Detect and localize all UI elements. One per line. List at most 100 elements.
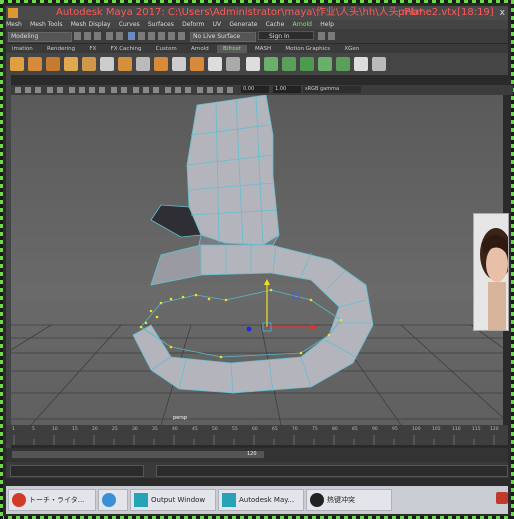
anti-aliasing-icon[interactable]	[175, 87, 181, 93]
select-hierarchy-icon[interactable]	[128, 32, 135, 40]
menu-curves[interactable]: Curves	[119, 20, 140, 29]
selection-readout: pPlane2.vtx[18:19]	[398, 7, 494, 18]
xray-icon[interactable]	[143, 87, 149, 93]
menu-generate[interactable]: Generate	[229, 20, 257, 29]
field-icon[interactable]	[136, 57, 150, 71]
emitter-icon[interactable]	[46, 57, 60, 71]
taskbar-item-hotkey-conflict[interactable]: 热键冲突	[306, 489, 392, 511]
mash-distribute-icon[interactable]	[282, 57, 296, 71]
guide-icon[interactable]	[118, 57, 132, 71]
tick-label: 105	[432, 427, 441, 432]
camera-attributes-icon[interactable]	[25, 87, 31, 93]
bifrost-aero-icon[interactable]	[28, 57, 42, 71]
menu-help[interactable]: Help	[320, 20, 334, 29]
new-scene-icon[interactable]	[74, 32, 81, 40]
undo-icon[interactable]	[106, 32, 113, 40]
sign-in-button[interactable]: Sign In	[258, 31, 314, 40]
depth-of-field-icon[interactable]	[185, 87, 191, 93]
taskbar-item-maya[interactable]: Autodesk May...	[218, 489, 304, 511]
menu-mesh[interactable]: Mesh	[6, 20, 22, 29]
select-object-icon[interactable]	[138, 32, 145, 40]
render-icon[interactable]	[318, 32, 325, 40]
cache-icon[interactable]	[172, 57, 186, 71]
resolution-gate-icon[interactable]	[197, 87, 203, 93]
menu-set-dropdown[interactable]: Modeling	[8, 32, 72, 42]
mash-signal-icon[interactable]	[336, 57, 350, 71]
collider-icon[interactable]	[64, 57, 78, 71]
tick-label: 30	[132, 427, 138, 432]
tick-label: 85	[352, 427, 358, 432]
snap-grid-icon[interactable]	[158, 32, 165, 40]
wireframe-on-shaded-icon[interactable]	[89, 87, 95, 93]
image-plane-icon[interactable]	[47, 87, 53, 93]
close-button[interactable]: x	[500, 6, 505, 20]
window-title: Autodesk Maya 2017: C:\Users\Administrat…	[56, 7, 423, 18]
smooth-shade-icon[interactable]	[79, 87, 85, 93]
safe-action-icon[interactable]	[227, 87, 233, 93]
menu-uv[interactable]: UV	[213, 20, 222, 29]
live-surface-field[interactable]: No Live Surface	[190, 32, 256, 42]
tick-label: 95	[392, 427, 398, 432]
mash-random-icon[interactable]	[318, 57, 332, 71]
snap-curve-icon[interactable]	[168, 32, 175, 40]
time-slider[interactable]: 1 5 10 15 20 25 30 35 40 45 50 55 60 65 …	[6, 425, 508, 445]
capture-border-top	[0, 0, 514, 3]
open-scene-icon[interactable]	[84, 32, 91, 40]
wireframe-icon[interactable]	[69, 87, 75, 93]
taskbar-item-torch[interactable]: トーチ・ライタ...	[8, 489, 96, 511]
tick-label: 35	[152, 427, 158, 432]
shadows-icon[interactable]	[121, 87, 127, 93]
taskbar-item-baidu[interactable]	[98, 489, 128, 511]
tick-label: 70	[292, 427, 298, 432]
select-component-icon[interactable]	[148, 32, 155, 40]
adaptive-icon[interactable]	[208, 57, 222, 71]
menu-surfaces[interactable]: Surfaces	[148, 20, 174, 29]
field-chart-icon[interactable]	[217, 87, 223, 93]
textured-icon[interactable]	[99, 87, 105, 93]
grid-toggle-icon[interactable]	[57, 87, 63, 93]
ipr-render-icon[interactable]	[328, 32, 335, 40]
mash-network-icon[interactable]	[264, 57, 278, 71]
mesh-settings-icon[interactable]	[246, 57, 260, 71]
menu-cache[interactable]: Cache	[266, 20, 285, 29]
range-slider-bar[interactable]	[12, 451, 264, 458]
move-manipulator[interactable]	[246, 279, 319, 332]
perspective-viewport[interactable]: persp	[11, 95, 503, 425]
menu-mesh-display[interactable]: Mesh Display	[71, 20, 111, 29]
bookmark-icon[interactable]	[35, 87, 41, 93]
foam-icon[interactable]	[190, 57, 204, 71]
tray-icon[interactable]	[496, 492, 508, 504]
exposure-field[interactable]: 0.00	[241, 86, 269, 93]
lighting-icon[interactable]	[111, 87, 117, 93]
isolate-select-icon[interactable]	[133, 87, 139, 93]
ring-mesh	[132, 244, 374, 394]
mash-spring-icon[interactable]	[372, 57, 386, 71]
range-slider[interactable]: 120	[6, 448, 508, 462]
mel-input[interactable]	[10, 465, 144, 477]
mesh-icon[interactable]	[154, 57, 168, 71]
redo-icon[interactable]	[116, 32, 123, 40]
gate-mask-icon[interactable]	[207, 87, 213, 93]
xray-joints-icon[interactable]	[153, 87, 159, 93]
accelerator-icon[interactable]	[82, 57, 96, 71]
menu-arnold[interactable]: Arnold	[293, 20, 312, 29]
kill-plane-icon[interactable]	[100, 57, 114, 71]
menu-mesh-tools[interactable]: Mesh Tools	[30, 20, 62, 29]
mash-grid-icon[interactable]	[354, 57, 368, 71]
qq-penguin-icon	[310, 493, 324, 507]
bifrost-options-icon[interactable]	[226, 57, 240, 71]
taskbar-item-output-window[interactable]: Output Window	[130, 489, 216, 511]
shelf	[6, 53, 508, 75]
gamma-field[interactable]: 1.00	[273, 86, 301, 93]
save-scene-icon[interactable]	[94, 32, 101, 40]
mash-repro-icon[interactable]	[300, 57, 314, 71]
baidu-netdisk-icon	[102, 493, 116, 507]
bifrost-liquid-icon[interactable]	[10, 57, 24, 71]
tick-label: 55	[232, 427, 238, 432]
camera-select-icon[interactable]	[15, 87, 21, 93]
snap-point-icon[interactable]	[178, 32, 185, 40]
tick-label: 90	[372, 427, 378, 432]
ambient-occlusion-icon[interactable]	[165, 87, 171, 93]
menu-deform[interactable]: Deform	[182, 20, 204, 29]
color-space-dropdown[interactable]: sRGB gamma	[303, 86, 361, 93]
